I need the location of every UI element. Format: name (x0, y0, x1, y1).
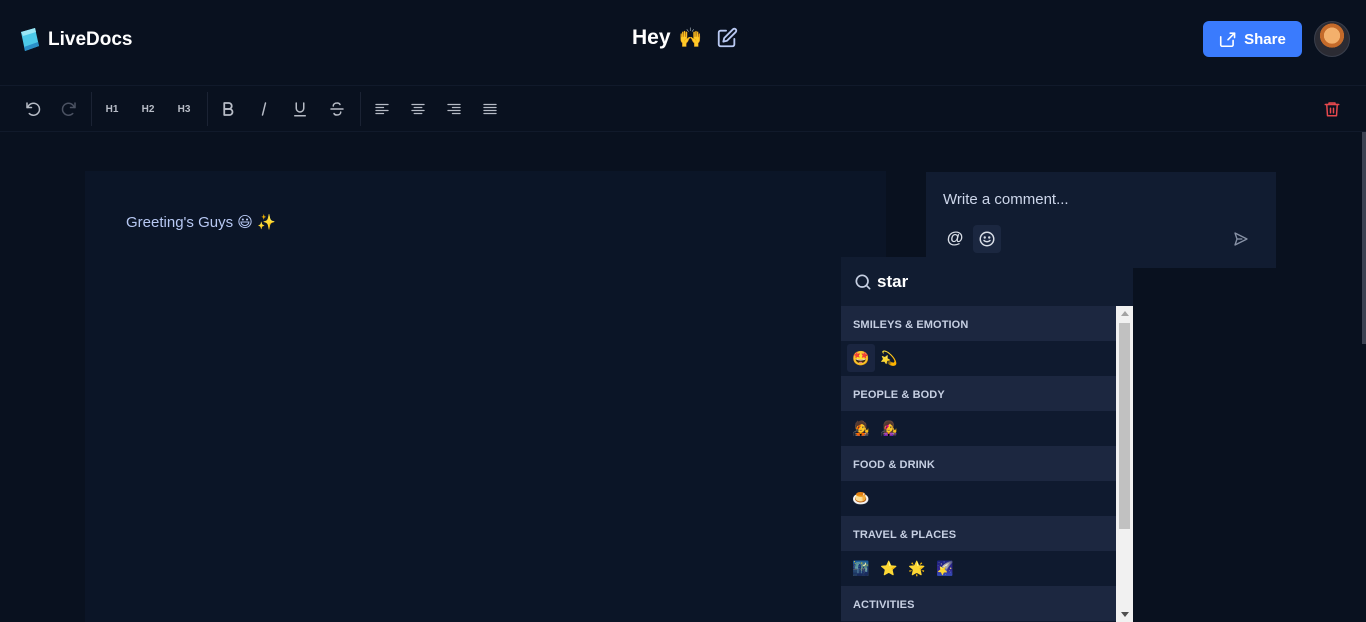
emoji-search-bar (841, 257, 1133, 306)
avatar[interactable] (1314, 21, 1350, 57)
align-left-button[interactable] (371, 98, 393, 120)
align-right-icon (447, 103, 461, 115)
emoji-star-struck[interactable]: 🤩 (847, 344, 875, 372)
toolbar-divider (207, 92, 208, 126)
toolbar-divider (91, 92, 92, 126)
align-left-icon (375, 103, 389, 115)
emoji-picker-scrollbar[interactable] (1116, 306, 1133, 622)
category-header: PEOPLE & BODY (841, 376, 1116, 411)
category-header: SMILEYS & EMOTION (841, 306, 1116, 341)
comment-composer: Write a comment... @ (926, 172, 1276, 268)
scroll-thumb[interactable] (1119, 323, 1130, 529)
comment-input[interactable]: Write a comment... (943, 191, 1069, 208)
emoji-star[interactable]: ⭐ (875, 554, 903, 582)
emoji-row: 🤩 💫 (841, 341, 1116, 376)
category-header: FOOD & DRINK (841, 446, 1116, 481)
emoji-night-city[interactable]: 🌃 (847, 554, 875, 582)
category-title: FOOD & DRINK (853, 459, 935, 471)
align-center-icon (411, 103, 425, 115)
undo-button[interactable] (22, 98, 44, 120)
italic-icon (261, 102, 267, 116)
heading-1-button[interactable]: H1 (101, 98, 123, 120)
bold-icon (223, 102, 234, 116)
app-name: LiveDocs (48, 29, 133, 50)
redo-icon (61, 102, 76, 116)
emoji-button[interactable] (973, 225, 1001, 253)
emoji-row: 🍮 (841, 481, 1116, 516)
align-justify-button[interactable] (479, 98, 501, 120)
category-title: ACTIVITIES (853, 599, 915, 611)
heading-3-button[interactable]: H3 (173, 98, 195, 120)
category-header: TRAVEL & PLACES (841, 516, 1116, 551)
logo-icon (18, 26, 42, 54)
app-header: LiveDocs Hey 🙌 Share (0, 0, 1366, 86)
undo-icon (26, 102, 41, 116)
edit-icon[interactable] (716, 27, 738, 49)
category-header: ACTIVITIES (841, 586, 1116, 621)
underline-button[interactable] (289, 98, 311, 120)
heading-2-button[interactable]: H2 (137, 98, 159, 120)
align-center-button[interactable] (407, 98, 429, 120)
delete-document-button[interactable] (1322, 98, 1342, 120)
bold-button[interactable] (217, 98, 239, 120)
document-editor[interactable]: Greeting's Guys 😃 ✨ (85, 171, 886, 622)
document-title[interactable]: Hey (632, 26, 671, 50)
scroll-up-arrow[interactable] (1121, 311, 1129, 316)
search-icon (855, 274, 871, 290)
emoji-row: 🌃 ⭐ 🌟 🌠 (841, 551, 1116, 586)
align-right-button[interactable] (443, 98, 465, 120)
emoji-row: 🧑‍🎤 👩‍🎤 (841, 411, 1116, 446)
h1-label: H1 (105, 103, 119, 115)
h3-label: H3 (177, 103, 191, 115)
mention-icon[interactable]: @ (945, 228, 965, 248)
emoji-dizzy[interactable]: 💫 (875, 344, 903, 372)
send-icon (1234, 232, 1248, 246)
document-title-emoji: 🙌 (678, 28, 703, 49)
send-button[interactable] (1230, 228, 1252, 250)
underline-icon (294, 102, 306, 117)
paragraph-text: Greeting's Guys (126, 214, 234, 231)
page-scrollbar[interactable] (1362, 132, 1366, 344)
emoji-icon (979, 231, 995, 247)
share-label: Share (1244, 30, 1286, 48)
document-title-area: Hey 🙌 (632, 26, 738, 50)
category-title: TRAVEL & PLACES (853, 529, 957, 541)
emoji-search-input[interactable] (877, 269, 1107, 295)
align-justify-icon (483, 103, 497, 115)
scroll-down-arrow[interactable] (1121, 612, 1129, 617)
formatting-toolbar: H1 H2 H3 (0, 86, 1366, 132)
paragraph-emoji: 😃 ✨ (237, 214, 276, 231)
logo[interactable]: LiveDocs (18, 26, 132, 54)
share-icon (1220, 32, 1236, 47)
italic-button[interactable] (253, 98, 275, 120)
category-title: SMILEYS & EMOTION (853, 319, 969, 331)
emoji-shooting-star[interactable]: 🌠 (931, 554, 959, 582)
emoji-glowing-star[interactable]: 🌟 (903, 554, 931, 582)
emoji-custard[interactable]: 🍮 (847, 484, 875, 512)
toolbar-divider (360, 92, 361, 126)
editor-paragraph[interactable]: Greeting's Guys 😃 ✨ (126, 213, 276, 231)
emoji-woman-singer[interactable]: 👩‍🎤 (875, 414, 903, 442)
h2-label: H2 (141, 103, 155, 115)
strikethrough-button[interactable] (326, 98, 348, 120)
trash-icon (1324, 102, 1340, 117)
emoji-singer[interactable]: 🧑‍🎤 (847, 414, 875, 442)
redo-button[interactable] (58, 98, 80, 120)
strikethrough-icon (330, 102, 344, 116)
category-title: PEOPLE & BODY (853, 389, 945, 401)
share-button[interactable]: Share (1203, 21, 1302, 57)
emoji-picker: SMILEYS & EMOTION 🤩 💫 PEOPLE & BODY 🧑‍🎤 … (841, 257, 1133, 622)
